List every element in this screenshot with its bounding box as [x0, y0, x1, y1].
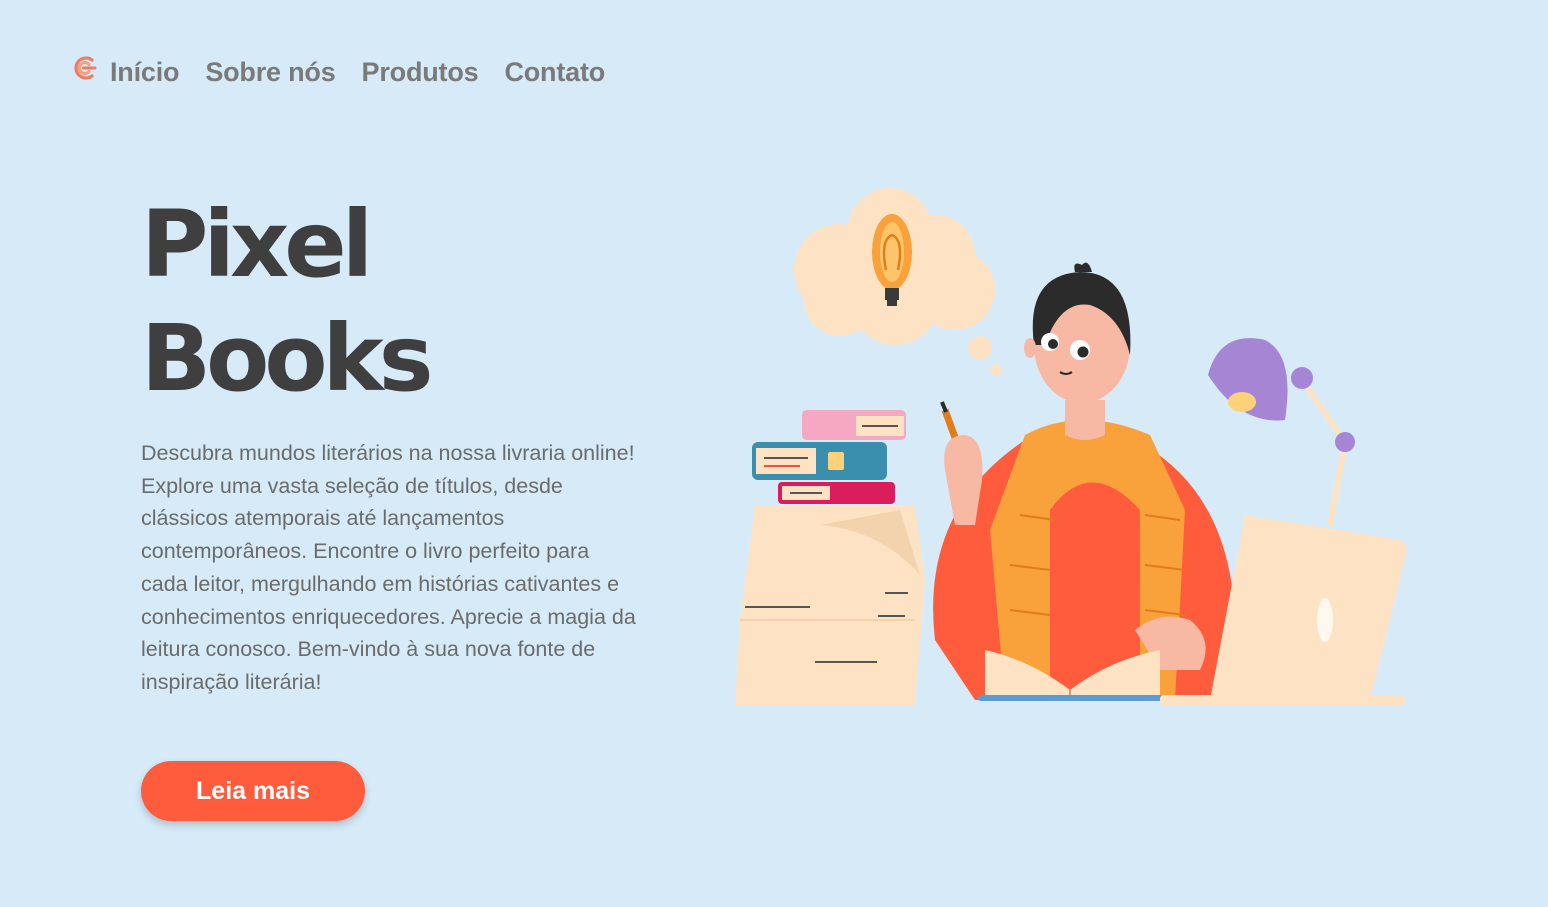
hero-description: Descubra mundos literários na nossa livr… — [141, 441, 636, 694]
hero-title-line2: Books — [141, 305, 433, 412]
nav-link-contato[interactable]: Contato — [504, 57, 605, 88]
desk-lamp — [1208, 338, 1355, 526]
person-figure — [933, 262, 1235, 700]
nav-link-produtos[interactable]: Produtos — [362, 57, 479, 88]
reading-person-illustration — [735, 188, 1407, 705]
main-nav: Início Sobre nós Produtos Contato — [70, 52, 631, 92]
paper-stack — [735, 505, 925, 705]
hero-title: Pixel Books — [141, 188, 433, 416]
brand-logo-icon[interactable] — [70, 54, 98, 82]
hero-title-line1: Pixel — [141, 191, 373, 298]
nav-link-inicio[interactable]: Início — [110, 57, 180, 88]
landing-page: Início Sobre nós Produtos Contato Pixel … — [0, 0, 1548, 907]
nav-link-sobre-nos[interactable]: Sobre nós — [205, 57, 335, 88]
books-stack — [752, 410, 906, 504]
read-more-button[interactable]: Leia mais — [141, 761, 365, 821]
